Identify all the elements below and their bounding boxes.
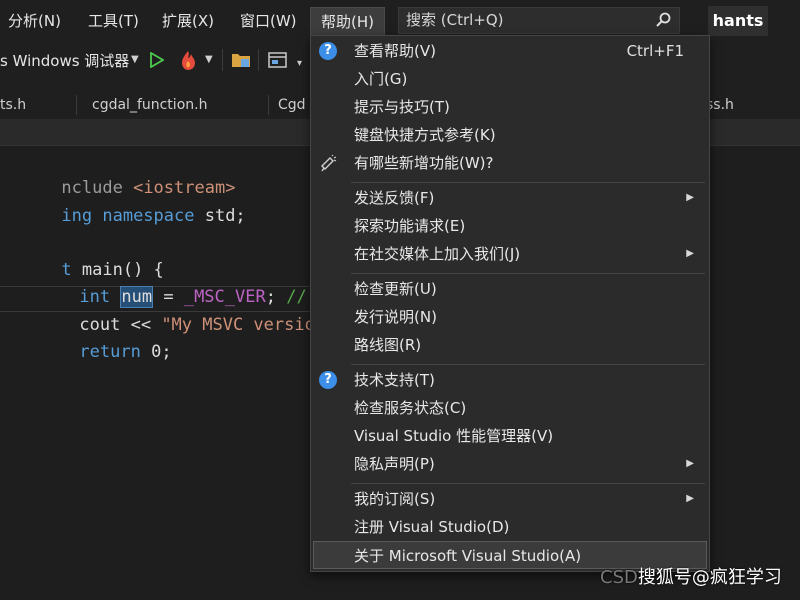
menu-item-view-help[interactable]: ? 查看帮助(V) Ctrl+F1: [312, 37, 708, 65]
menu-item-register[interactable]: 注册 Visual Studio(D): [312, 513, 708, 541]
help-icon: ?: [319, 371, 337, 389]
menu-item-keyboard-shortcuts[interactable]: 键盘快捷方式参考(K): [312, 121, 708, 149]
folder-icon[interactable]: [231, 51, 251, 69]
menu-item-roadmap[interactable]: 路线图(R): [312, 331, 708, 359]
menu-tools[interactable]: 工具(T): [84, 8, 143, 34]
menu-item-tech-support[interactable]: ? 技术支持(T): [312, 366, 708, 394]
submenu-arrow-icon: ▶: [686, 248, 694, 259]
code-line-2: ing namespace std;: [61, 206, 246, 226]
menu-item-tips[interactable]: 提示与技巧(T): [312, 93, 708, 121]
menu-help[interactable]: 帮助(H): [310, 7, 385, 36]
menu-item-social-media[interactable]: 在社交媒体上加入我们(J) ▶: [312, 240, 708, 268]
tab-separator: [268, 95, 269, 115]
search-placeholder: 搜索 (Ctrl+Q): [406, 11, 504, 29]
menu-item-subscriptions[interactable]: 我的订阅(S) ▶: [312, 485, 708, 513]
menu-separator: [351, 182, 705, 183]
menu-window[interactable]: 窗口(W): [236, 8, 301, 34]
chevron-down-icon[interactable]: ▾: [297, 58, 302, 69]
tab-ts-h[interactable]: ts.h: [0, 91, 60, 119]
search-icon: [656, 12, 671, 27]
menu-separator: [351, 273, 705, 274]
submenu-arrow-icon: ▶: [686, 493, 694, 504]
tab-separator: [76, 95, 77, 115]
code-line-7: return 0;: [79, 342, 172, 362]
help-icon: ?: [319, 42, 337, 60]
watermark: CSD搜狐号@疯狂学习: [600, 567, 782, 588]
chevron-down-icon[interactable]: ▼: [205, 54, 213, 65]
menu-item-privacy[interactable]: 隐私声明(P) ▶: [312, 450, 708, 478]
menu-item-performance-manager[interactable]: Visual Studio 性能管理器(V): [312, 422, 708, 450]
visual-studio-window: 分析(N) 工具(T) 扩展(X) 窗口(W) 帮助(H) 搜索 (Ctrl+Q…: [0, 0, 800, 600]
menu-item-check-updates[interactable]: 检查更新(U): [312, 275, 708, 303]
menu-item-release-notes[interactable]: 发行说明(N): [312, 303, 708, 331]
tab-cgdal-function-h[interactable]: cgdal_function.h: [92, 91, 262, 119]
menu-item-whats-new[interactable]: 有哪些新增功能(W)?: [312, 149, 708, 177]
code-line-5: int num = _MSC_VER; // get: [79, 286, 348, 308]
play-icon[interactable]: [150, 52, 164, 68]
menu-extensions[interactable]: 扩展(X): [158, 8, 218, 34]
menu-analyze[interactable]: 分析(N): [4, 8, 65, 34]
code-line-4: t main() {: [61, 260, 164, 280]
search-input[interactable]: 搜索 (Ctrl+Q): [398, 7, 680, 34]
menu-separator: [351, 483, 705, 484]
debug-target-label[interactable]: s Windows 调试器: [0, 50, 129, 71]
profile-button[interactable]: hants: [708, 6, 768, 36]
toolbar-separator: [222, 49, 223, 71]
menu-item-feature-requests[interactable]: 探索功能请求(E): [312, 212, 708, 240]
window-icon[interactable]: [268, 51, 288, 69]
tab-ss-h[interactable]: ss.h: [706, 91, 766, 119]
code-line-6: cout << "My MSVC version is: [79, 315, 356, 335]
megaphone-icon: [321, 154, 337, 172]
code-line-1: nclude <iostream>: [61, 178, 236, 198]
tab-cgd[interactable]: Cgd: [278, 91, 310, 119]
menu-separator: [351, 364, 705, 365]
submenu-arrow-icon: ▶: [686, 192, 694, 203]
menu-item-getting-started[interactable]: 入门(G): [312, 65, 708, 93]
chevron-down-icon[interactable]: ▼: [131, 54, 139, 65]
help-menu-dropdown: ? 查看帮助(V) Ctrl+F1 入门(G) 提示与技巧(T) 键盘快捷方式参…: [310, 35, 710, 572]
menu-item-send-feedback[interactable]: 发送反馈(F) ▶: [312, 184, 708, 212]
submenu-arrow-icon: ▶: [686, 458, 694, 469]
hot-reload-icon[interactable]: [178, 49, 198, 71]
toolbar-separator: [258, 49, 259, 71]
menu-item-service-status[interactable]: 检查服务状态(C): [312, 394, 708, 422]
